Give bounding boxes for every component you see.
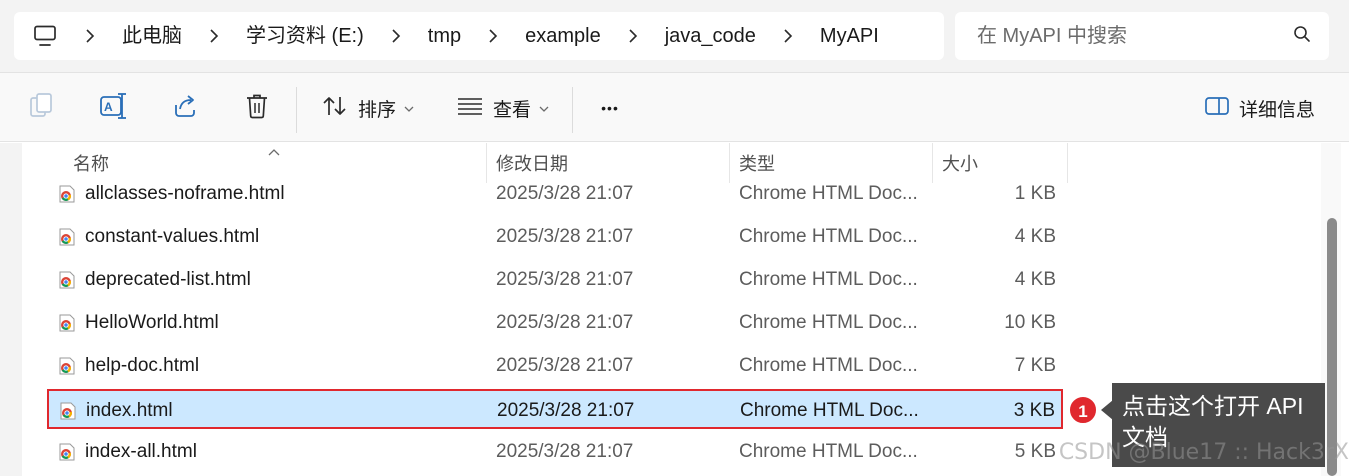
chrome-html-file-icon — [59, 402, 77, 420]
file-type: Chrome HTML Doc... — [739, 441, 918, 462]
breadcrumb-myapi[interactable]: MyAPI — [808, 12, 891, 60]
details-pane-button[interactable]: 详细信息 — [1200, 85, 1320, 131]
file-name: deprecated-list.html — [85, 269, 251, 290]
step-badge: 1 — [1068, 395, 1098, 425]
chrome-html-file-icon — [58, 271, 76, 289]
file-row[interactable]: deprecated-list.html 2025/3/28 21:07 Chrom… — [48, 260, 1062, 300]
file-size: 4 KB — [1014, 269, 1056, 290]
file-type: Chrome HTML Doc... — [740, 400, 919, 421]
address-bar[interactable]: 此电脑 学习资料 (E:) tmp example java_code MyAP… — [14, 12, 944, 60]
file-size: 10 KB — [1004, 312, 1056, 333]
chrome-html-file-icon — [58, 357, 76, 375]
chevron-right-icon[interactable] — [70, 12, 110, 60]
sort-ascending-icon — [268, 143, 280, 161]
chrome-html-file-icon — [58, 185, 76, 203]
sort-label: 排序 — [357, 99, 396, 121]
computer-icon[interactable] — [20, 12, 70, 60]
file-name: constant-values.html — [85, 226, 260, 247]
more-options-button[interactable]: ••• — [590, 85, 630, 131]
file-date: 2025/3/28 21:07 — [496, 312, 634, 333]
file-type: Chrome HTML Doc... — [739, 355, 918, 376]
rename-icon: A — [99, 92, 127, 125]
copy-icon — [28, 92, 54, 125]
search-input[interactable] — [977, 24, 1277, 48]
watermark: CSDN @Blue17 :: Hack3rX — [1058, 440, 1349, 465]
file-date: 2025/3/28 21:07 — [496, 226, 634, 247]
view-label: 查看 — [492, 99, 531, 121]
toolbar-divider — [296, 87, 297, 133]
delete-button[interactable] — [238, 85, 276, 131]
share-icon — [172, 93, 198, 124]
file-date: 2025/3/28 21:07 — [496, 269, 634, 290]
breadcrumb-example[interactable]: example — [513, 12, 613, 60]
rename-button[interactable]: A — [94, 85, 132, 131]
breadcrumb-java-code[interactable]: java_code — [653, 12, 768, 60]
chevron-right-icon[interactable] — [768, 12, 808, 60]
file-name: allclasses-noframe.html — [85, 183, 285, 204]
chevron-down-icon — [539, 99, 549, 117]
file-row[interactable]: index-all.html 2025/3/28 21:07 Chrome HTML… — [48, 432, 1062, 472]
sort-icon — [322, 95, 348, 122]
search-icon[interactable] — [1293, 25, 1311, 48]
file-row[interactable]: help-doc.html 2025/3/28 21:07 Chrome HTML … — [48, 346, 1062, 386]
file-row-selected[interactable]: index.html 2025/3/28 21:07 Chrome HTML Doc… — [47, 389, 1063, 429]
search-box[interactable] — [955, 12, 1329, 60]
file-name: HelloWorld.html — [85, 312, 219, 333]
chevron-down-icon — [404, 99, 414, 117]
chrome-html-file-icon — [58, 443, 76, 461]
scrollbar-thumb[interactable] — [1327, 218, 1337, 476]
file-row[interactable]: allclasses-noframe.html 2025/3/28 21:07 Ch… — [48, 174, 1062, 214]
details-label: 详细信息 — [1238, 99, 1315, 121]
toolbar-divider — [572, 87, 573, 133]
file-row[interactable]: constant-values.html 2025/3/28 21:07 Chrom… — [48, 217, 1062, 257]
breadcrumb-tmp[interactable]: tmp — [416, 12, 473, 60]
column-divider[interactable] — [1067, 143, 1068, 183]
file-name: index.html — [86, 400, 173, 421]
file-name: index-all.html — [85, 441, 197, 462]
file-type: Chrome HTML Doc... — [739, 312, 918, 333]
chevron-right-icon[interactable] — [613, 12, 653, 60]
trash-icon — [245, 93, 269, 124]
file-date: 2025/3/28 21:07 — [496, 355, 634, 376]
file-type: Chrome HTML Doc... — [739, 183, 918, 204]
file-row[interactable]: HelloWorld.html 2025/3/28 21:07 Chrome HTM… — [48, 303, 1062, 343]
chrome-html-file-icon — [58, 314, 76, 332]
view-button[interactable]: 查看 — [452, 85, 554, 131]
chevron-right-icon[interactable] — [194, 12, 234, 60]
file-date: 2025/3/28 21:07 — [496, 441, 634, 462]
svg-text:A: A — [104, 100, 113, 114]
breadcrumb-drive-e[interactable]: 学习资料 (E:) — [234, 12, 376, 60]
file-size: 7 KB — [1014, 355, 1056, 376]
file-date: 2025/3/28 21:07 — [496, 183, 634, 204]
navigation-pane-edge — [0, 143, 22, 476]
sort-button[interactable]: 排序 — [318, 85, 418, 131]
details-pane-icon — [1205, 96, 1229, 120]
chrome-html-file-icon — [58, 228, 76, 246]
view-icon — [457, 97, 483, 120]
chevron-right-icon[interactable] — [473, 12, 513, 60]
file-size: 4 KB — [1014, 226, 1056, 247]
file-type: Chrome HTML Doc... — [739, 269, 918, 290]
command-bar: A 排序 查看 ••• 详细信息 — [0, 72, 1349, 142]
file-date: 2025/3/28 21:07 — [497, 400, 635, 421]
file-name: help-doc.html — [85, 355, 200, 376]
chevron-right-icon[interactable] — [376, 12, 416, 60]
file-type: Chrome HTML Doc... — [739, 226, 918, 247]
copy-button[interactable] — [22, 85, 60, 131]
share-button[interactable] — [166, 85, 204, 131]
breadcrumb-this-pc[interactable]: 此电脑 — [110, 12, 194, 60]
file-size: 3 KB — [1013, 400, 1055, 421]
file-size: 1 KB — [1014, 183, 1056, 204]
